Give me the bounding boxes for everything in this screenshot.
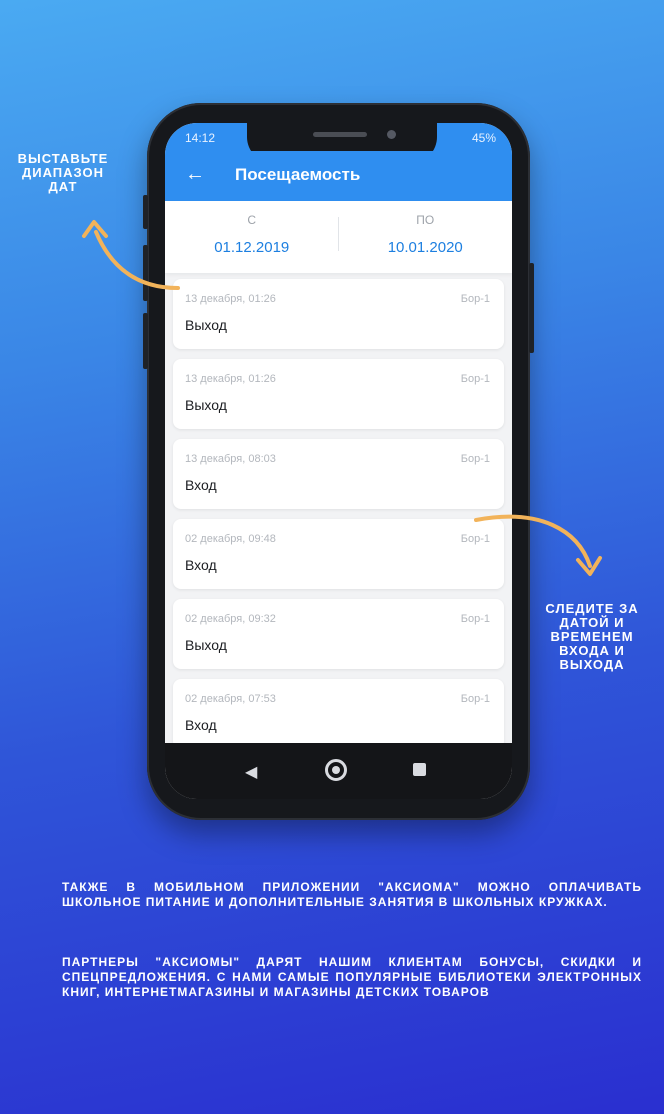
entry-location: Бор-1 [460, 533, 490, 545]
camera-icon [387, 130, 396, 139]
phone-mockup: 14:12 45% ← Посещаемость С 01.12.2019 ПО… [143, 103, 534, 820]
date-from[interactable]: С 01.12.2019 [165, 201, 339, 256]
list-item[interactable]: 13 декабря, 08:03 Бор-1 Вход [173, 439, 504, 509]
entry-location: Бор-1 [460, 453, 490, 465]
entry-location: Бор-1 [460, 693, 490, 705]
entry-type: Выход [185, 637, 227, 653]
paragraph-payments: Также в мобильном приложении "Аксиома" м… [62, 880, 642, 909]
app-bar: ← Посещаемость [165, 151, 512, 201]
entry-type: Вход [185, 717, 217, 733]
entry-type: Вход [185, 477, 217, 493]
phone-screen: 14:12 45% ← Посещаемость С 01.12.2019 ПО… [165, 123, 512, 799]
entry-type: Выход [185, 397, 227, 413]
callout-entries: Следите за датой и временем входа и выхо… [545, 601, 639, 672]
entry-date: 02 декабря, 07:53 [185, 693, 276, 705]
speaker-icon [313, 132, 367, 137]
callout-date-range: Выставьте диапазон дат [17, 151, 109, 194]
system-nav-bar: ◀ [165, 743, 512, 799]
entry-type: Вход [185, 557, 217, 573]
page-title: Посещаемость [235, 165, 361, 184]
entry-type: Выход [185, 317, 227, 333]
date-to-value[interactable]: 10.01.2020 [339, 239, 513, 256]
phone-side-button [143, 195, 148, 229]
date-from-value[interactable]: 01.12.2019 [165, 239, 339, 256]
date-to[interactable]: ПО 10.01.2020 [339, 201, 513, 256]
entry-date: 02 декабря, 09:32 [185, 613, 276, 625]
nav-home-icon[interactable] [325, 759, 347, 781]
nav-recent-icon[interactable] [413, 763, 426, 776]
attendance-list: 13 декабря, 01:26 Бор-1 Выход 13 декабря… [173, 279, 504, 759]
list-item[interactable]: 02 декабря, 07:53 Бор-1 Вход [173, 679, 504, 749]
entry-date: 02 декабря, 09:48 [185, 533, 276, 545]
entry-location: Бор-1 [460, 293, 490, 305]
phone-volume-up [143, 245, 148, 301]
list-item[interactable]: 02 декабря, 09:48 Бор-1 Вход [173, 519, 504, 589]
entry-date: 13 декабря, 08:03 [185, 453, 276, 465]
date-range-picker: С 01.12.2019 ПО 10.01.2020 [165, 201, 512, 273]
back-arrow-icon[interactable]: ← [185, 163, 205, 186]
list-item[interactable]: 13 декабря, 01:26 Бор-1 Выход [173, 279, 504, 349]
list-item[interactable]: 13 декабря, 01:26 Бор-1 Выход [173, 359, 504, 429]
date-from-label: С [247, 213, 257, 227]
phone-volume-down [143, 313, 148, 369]
paragraph-partners: Партнеры "Аксиомы" дарят нашим клиентам … [62, 955, 642, 999]
entry-location: Бор-1 [460, 373, 490, 385]
list-item[interactable]: 02 декабря, 09:32 Бор-1 Выход [173, 599, 504, 669]
entry-date: 13 декабря, 01:26 [185, 293, 276, 305]
status-battery: 45% [471, 131, 496, 145]
date-to-label: ПО [416, 213, 435, 227]
entry-date: 13 декабря, 01:26 [185, 373, 276, 385]
phone-power-button [529, 263, 534, 353]
status-time: 14:12 [185, 131, 216, 145]
entry-location: Бор-1 [460, 613, 490, 625]
nav-back-icon[interactable]: ◀ [245, 762, 257, 782]
